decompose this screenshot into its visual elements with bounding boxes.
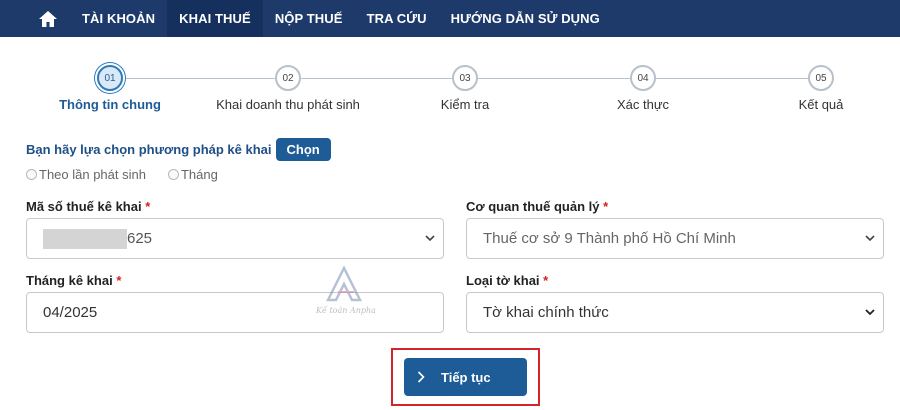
- radio-per-occurrence[interactable]: Theo lần phát sinh: [26, 167, 146, 182]
- top-navigation: TÀI KHOẢN KHAI THUẾ NỘP THUẾ TRA CỨU HƯỚ…: [0, 0, 900, 37]
- step-number: 02: [275, 65, 301, 91]
- home-icon[interactable]: [26, 0, 70, 37]
- step-declare-revenue: 02 Khai doanh thu phát sinh: [203, 64, 373, 112]
- nav-item-lookup[interactable]: TRA CỨU: [355, 0, 439, 37]
- nav-item-account[interactable]: TÀI KHOẢN: [70, 0, 167, 37]
- radio-monthly[interactable]: Tháng: [167, 167, 218, 182]
- chevron-right-icon: [417, 371, 425, 383]
- period-value: 04/2025: [43, 304, 98, 321]
- nav-item-pay-tax[interactable]: NỘP THUẾ: [263, 0, 355, 37]
- method-options: Theo lần phát sinh Tháng: [26, 167, 240, 182]
- step-check: 03 Kiểm tra: [380, 64, 550, 112]
- step-label: Khai doanh thu phát sinh: [216, 97, 360, 112]
- continue-label: Tiếp tục: [441, 369, 491, 385]
- form-type-select[interactable]: Tờ khai chính thức: [466, 292, 884, 333]
- step-result: 05 Kết quả: [736, 64, 900, 112]
- progress-stepper: 01 Thông tin chung 02 Khai doanh thu phá…: [0, 64, 900, 124]
- radio-label: Theo lần phát sinh: [39, 167, 146, 182]
- watermark-text: Kế toán Anpha: [316, 306, 376, 315]
- chevron-down-icon: [425, 235, 435, 242]
- step-general-info: 01 Thông tin chung: [25, 64, 195, 112]
- step-number: 05: [808, 65, 834, 91]
- radio-circle[interactable]: [167, 169, 179, 180]
- tax-code-select[interactable]: 625: [26, 218, 444, 259]
- period-input[interactable]: 04/2025: [26, 292, 444, 333]
- step-label: Kết quả: [798, 97, 844, 112]
- tax-office-value: Thuế cơ sở 9 Thành phố Hồ Chí Minh: [483, 230, 736, 247]
- radio-label: Tháng: [180, 167, 218, 182]
- nav-item-user-guide[interactable]: HƯỚNG DẪN SỬ DỤNG: [439, 0, 612, 37]
- watermark-logo: Kế toán Anpha: [316, 266, 376, 322]
- step-number: 03: [452, 65, 478, 91]
- chevron-down-icon: [865, 309, 875, 316]
- form-type-label: Loại tờ khai *: [466, 273, 549, 288]
- step-label: Xác thực: [616, 97, 670, 112]
- continue-button[interactable]: Tiếp tục: [404, 358, 527, 396]
- declaration-method: Bạn hãy lựa chọn phương pháp kê khai Chọ…: [26, 138, 331, 161]
- method-prompt: Bạn hãy lựa chọn phương pháp kê khai: [26, 142, 272, 157]
- chevron-down-icon: [865, 235, 875, 242]
- form-type-value: Tờ khai chính thức: [483, 304, 609, 321]
- choose-button[interactable]: Chọn: [275, 138, 331, 161]
- step-label: Thông tin chung: [59, 97, 161, 112]
- step-number: 01: [97, 65, 123, 91]
- step-number: 04: [630, 65, 656, 91]
- redacted-block: [43, 228, 127, 249]
- period-label: Tháng kê khai *: [26, 273, 122, 288]
- radio-circle[interactable]: [26, 169, 37, 180]
- tax-office-label: Cơ quan thuế quản lý *: [466, 199, 609, 214]
- step-verify: 04 Xác thực: [558, 64, 728, 112]
- step-label: Kiểm tra: [440, 97, 490, 112]
- logo-icon: [325, 266, 363, 302]
- page: TÀI KHOẢN KHAI THUẾ NỘP THUẾ TRA CỨU HƯỚ…: [0, 0, 900, 410]
- tax-code-label: Mã số thuế kê khai *: [26, 199, 151, 214]
- tax-code-value: 625: [127, 230, 153, 247]
- nav-item-declare-tax[interactable]: KHAI THUẾ: [167, 0, 263, 37]
- tax-office-select[interactable]: Thuế cơ sở 9 Thành phố Hồ Chí Minh: [466, 218, 884, 259]
